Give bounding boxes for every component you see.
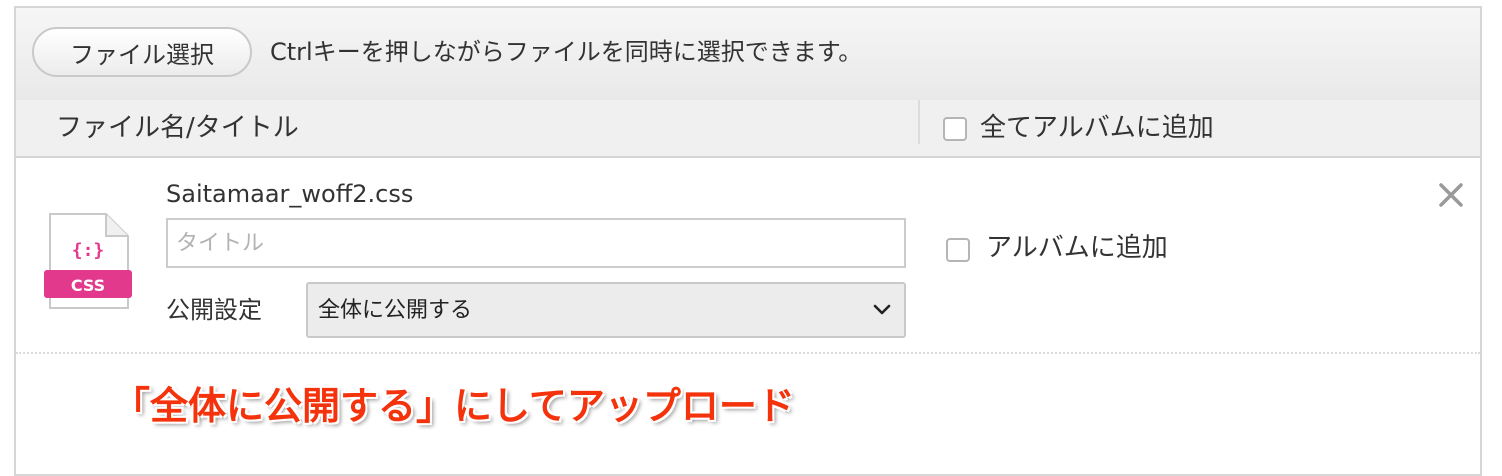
add-all-to-album-checkbox[interactable] [943, 117, 967, 141]
file-list-header: ファイル名/タイトル 全てアルバムに追加 [16, 100, 1480, 158]
file-name: Saitamaar_woff2.css [166, 180, 414, 208]
add-all-to-album-label: 全てアルバムに追加 [980, 113, 1214, 143]
instruction-annotation: 「全体に公開する」にしてアップロード [112, 384, 795, 428]
file-select-button[interactable]: ファイル選択 [32, 27, 252, 77]
visibility-label: 公開設定 [166, 296, 262, 324]
css-file-glyph: {:} [72, 240, 105, 261]
css-file-icon: {:} CSS [44, 213, 132, 309]
column-divider [918, 100, 920, 144]
row-separator [16, 352, 1480, 354]
visibility-select[interactable]: 全体に公開する [306, 282, 906, 338]
file-select-button-label: ファイル選択 [70, 40, 214, 69]
visibility-selected-value: 全体に公開する [318, 298, 473, 323]
upload-panel: ファイル選択 Ctrlキーを押しながらファイルを同時に選択できます。 ファイル名… [14, 6, 1482, 476]
close-icon[interactable] [1436, 180, 1466, 210]
title-input[interactable] [166, 218, 906, 268]
column-header-name-title: ファイル名/タイトル [56, 113, 299, 143]
add-to-album-label: アルバムに追加 [986, 233, 1168, 263]
upload-toolbar: ファイル選択 Ctrlキーを押しながらファイルを同時に選択できます。 [16, 8, 1480, 102]
add-to-album-checkbox[interactable] [946, 238, 970, 262]
css-file-badge: CSS [71, 276, 105, 295]
chevron-down-icon [873, 304, 891, 315]
multi-select-hint: Ctrlキーを押しながらファイルを同時に選択できます。 [270, 38, 863, 66]
